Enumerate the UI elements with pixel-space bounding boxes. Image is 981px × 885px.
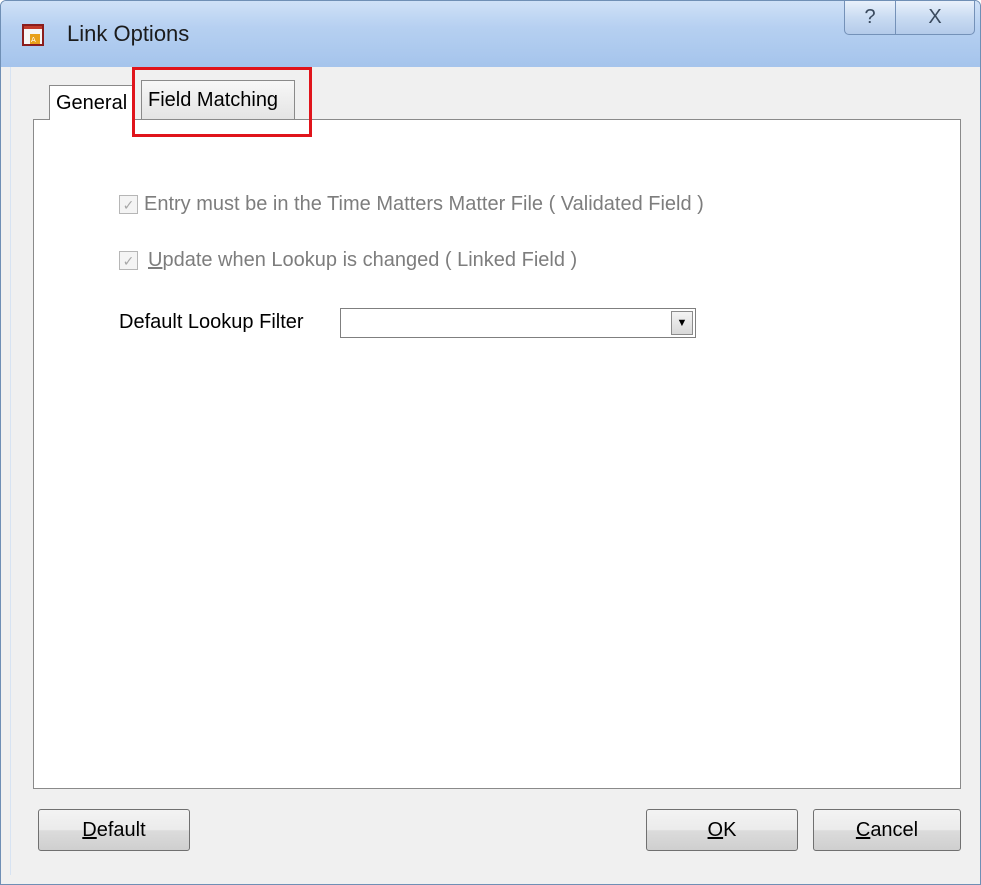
validated-field-checkbox[interactable]: ✓ — [119, 195, 138, 214]
help-button[interactable]: ? — [844, 1, 896, 35]
link-options-dialog: A Link Options ? X General Field Matchin… — [0, 0, 981, 885]
help-icon: ? — [864, 6, 876, 28]
default-button-label: Default — [82, 818, 146, 841]
ok-button[interactable]: OK — [646, 809, 798, 851]
svg-text:A: A — [31, 36, 36, 44]
chevron-down-icon: ▼ — [676, 317, 688, 329]
window-title: Link Options — [67, 21, 190, 46]
default-lookup-filter-combo[interactable]: ▼ — [340, 308, 696, 338]
title-bar[interactable]: A Link Options ? X — [1, 1, 980, 67]
default-button[interactable]: Default — [38, 809, 190, 851]
linked-field-option[interactable]: ✓ Update when Lookup is changed ( Linked… — [119, 249, 577, 272]
linked-field-checkbox[interactable]: ✓ — [119, 251, 138, 270]
validated-field-label: Entry must be in the Time Matters Matter… — [144, 193, 704, 215]
close-icon: X — [928, 6, 942, 28]
default-lookup-filter-label: Default Lookup Filter — [119, 311, 304, 333]
tab-highlight-box — [132, 67, 312, 137]
general-tab-panel — [33, 119, 961, 789]
ok-button-label: OK — [707, 818, 737, 841]
linked-field-label: Update when Lookup is changed ( Linked F… — [148, 249, 578, 271]
close-button[interactable]: X — [895, 1, 975, 35]
cancel-button[interactable]: Cancel — [813, 809, 961, 851]
tab-general[interactable]: General — [49, 85, 135, 120]
validated-field-option[interactable]: ✓ Entry must be in the Time Matters Matt… — [119, 193, 704, 216]
dropdown-arrow-button[interactable]: ▼ — [671, 311, 693, 335]
cancel-button-label: Cancel — [855, 818, 919, 841]
app-icon: A — [22, 24, 44, 46]
tab-general-label: General — [56, 91, 128, 114]
